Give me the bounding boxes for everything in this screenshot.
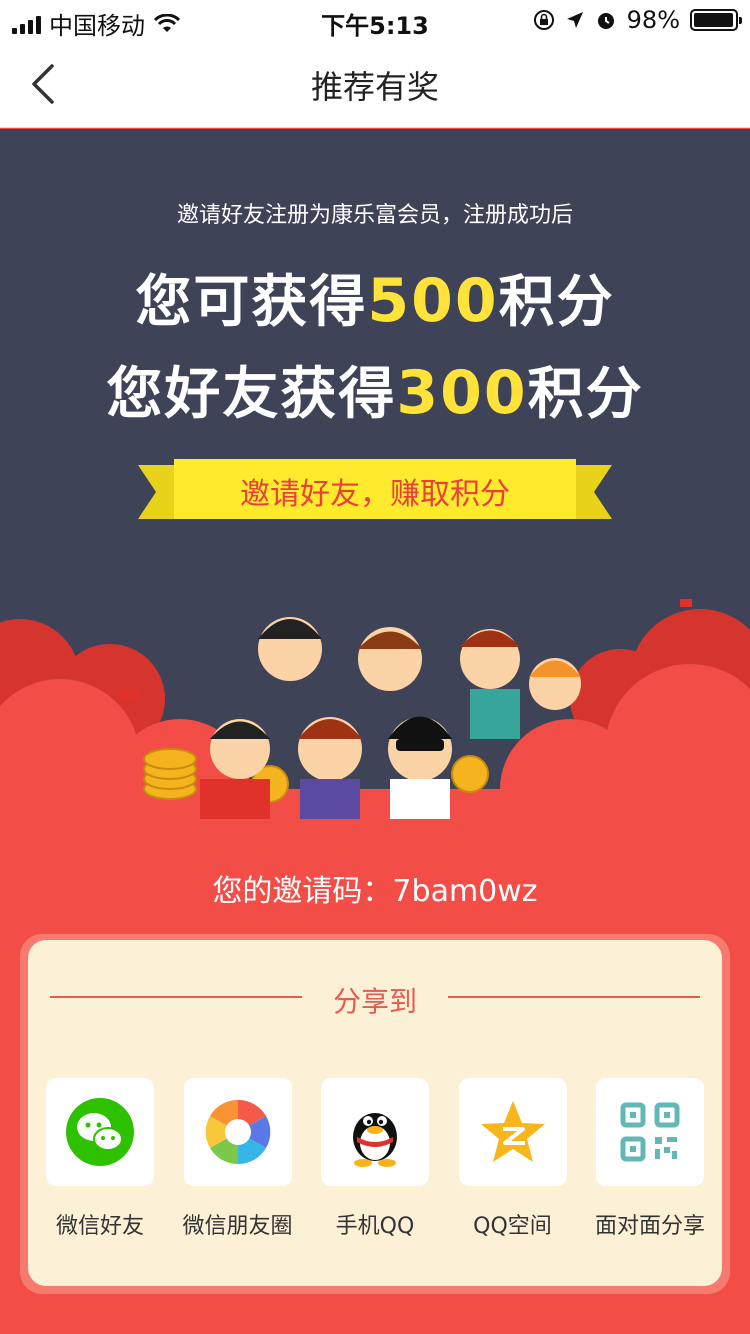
share-icon-box[interactable]: [46, 1078, 154, 1186]
rotation-lock-icon: [533, 10, 554, 30]
page-title: 推荐有奖: [310, 68, 439, 106]
headline-2-points: 300: [396, 358, 528, 428]
share-title: 分享到: [332, 985, 417, 1018]
share-wechat-moments[interactable]: 微信朋友圈: [182, 1078, 294, 1240]
share-icon-box[interactable]: [183, 1078, 292, 1186]
share-icon-box[interactable]: [596, 1078, 704, 1186]
share-options: 微信好友 微信朋友圈 手机QQ QQ空间 面对面分享: [44, 1078, 706, 1240]
invite-code[interactable]: 您的邀请码：7bam0wz: [0, 866, 750, 910]
share-label: 面对面分享: [594, 1214, 705, 1239]
headline-2-prefix: 您好友获得: [106, 362, 397, 427]
status-bar: 中国移动 下午5:13 98%: [0, 0, 750, 40]
share-label: QQ空间: [473, 1214, 552, 1239]
ribbon-text: 邀请好友，赚取积分: [240, 477, 510, 512]
alarm-icon: [597, 13, 614, 29]
headline-1-suffix: 积分: [498, 270, 615, 335]
share-qzone[interactable]: QQ空间: [457, 1078, 569, 1240]
wechat-moments-icon: [205, 1099, 270, 1165]
battery-fill: [694, 13, 734, 27]
headline-you-earn: 您可获得500积分: [0, 257, 750, 338]
hero-banner: 邀请好友注册为康乐富会员，注册成功后 您可获得500积分 您好友获得300积分 …: [0, 129, 750, 849]
nav-bar: 推荐有奖: [0, 40, 750, 128]
headline-2-suffix: 积分: [527, 362, 644, 427]
share-mobile-qq[interactable]: 手机QQ: [319, 1078, 431, 1240]
headline-1-prefix: 您可获得: [135, 270, 368, 335]
share-card: 分享到 微信好友 微信朋友圈 手机QQ QQ空间 面对面分享: [28, 940, 722, 1286]
celebration-illustration: [0, 599, 750, 849]
hero-subtitle: 邀请好友注册为康乐富会员，注册成功后: [176, 203, 573, 228]
share-icon-box[interactable]: [458, 1078, 567, 1186]
wechat-icon: [66, 1098, 134, 1166]
share-label: 微信朋友圈: [182, 1214, 293, 1239]
battery-icon: [690, 9, 742, 31]
headline-friend-earns: 您好友获得300积分: [0, 349, 750, 430]
share-face-to-face[interactable]: 面对面分享: [594, 1078, 706, 1240]
share-label: 手机QQ: [335, 1214, 415, 1239]
qr-code-icon: [620, 1102, 680, 1162]
share-label: 微信好友: [55, 1214, 144, 1239]
location-icon: [566, 12, 583, 28]
share-wechat-friend[interactable]: 微信好友: [44, 1078, 156, 1240]
battery-percent: 98%: [626, 6, 680, 34]
headline-1-points: 500: [367, 266, 499, 336]
share-icon-box[interactable]: [321, 1078, 429, 1186]
qzone-icon: [480, 1101, 545, 1162]
share-divider-right: [448, 996, 700, 998]
status-right: 98%: [533, 6, 742, 34]
qq-icon: [353, 1113, 397, 1167]
